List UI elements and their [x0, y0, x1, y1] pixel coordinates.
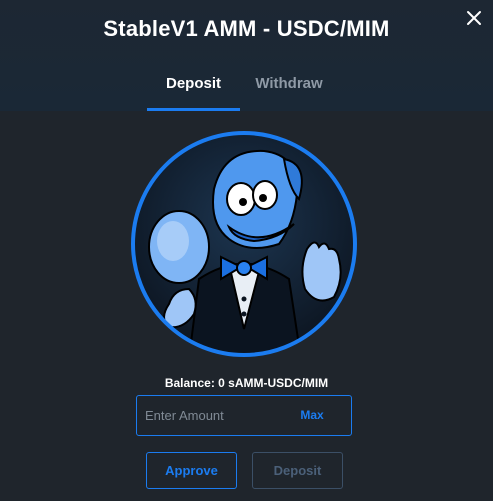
tab-bar: Deposit Withdraw [0, 64, 493, 111]
approve-button[interactable]: Approve [146, 452, 237, 489]
deposit-button[interactable]: Deposit [252, 452, 343, 489]
balance-label: Balance: 0 sAMM-USDC/MIM [164, 376, 329, 390]
tab-withdraw[interactable]: Withdraw [241, 64, 337, 111]
modal-title: StableV1 AMM - USDC/MIM [103, 16, 390, 41]
amount-field: Max [136, 395, 352, 436]
close-icon[interactable] [462, 6, 486, 30]
tab-deposit[interactable]: Deposit [147, 64, 240, 111]
modal-header: StableV1 AMM - USDC/MIM Deposit Withdraw [0, 0, 493, 111]
deposit-modal: StableV1 AMM - USDC/MIM Deposit Withdraw [0, 0, 493, 501]
max-button[interactable]: Max [287, 396, 337, 435]
mascot-avatar [129, 129, 359, 359]
amount-input[interactable] [145, 396, 285, 435]
